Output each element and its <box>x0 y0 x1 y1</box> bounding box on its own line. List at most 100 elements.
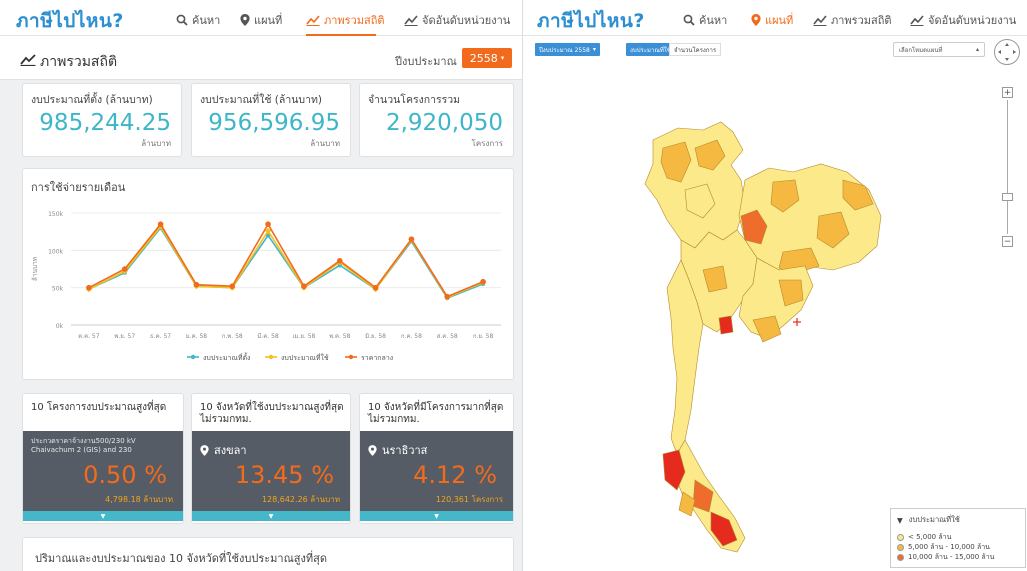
card-title: 10 จังหวัดที่มีโครงการมากที่สุด ไม่รวมกท… <box>368 402 504 425</box>
top-province-budget-card: 10 จังหวัดที่ใช้งบประมาณสูงที่สุด ไม่รวม… <box>191 393 351 524</box>
data-point <box>336 257 343 264</box>
stat-value: 956,596.95 <box>208 110 340 136</box>
amount-value: 120,361 โครงการ <box>435 495 503 504</box>
brand-logo[interactable]: ภาษีไปไหน? <box>16 6 124 36</box>
x-tick-label: พ.ย. 57 <box>114 333 135 340</box>
nav-ranking[interactable]: จัดอันดับหน่วยงาน <box>910 11 1016 29</box>
y-tick-label: 0k <box>56 323 64 330</box>
y-tick-label: 150k <box>48 211 63 218</box>
year-value: 2558 <box>469 51 498 65</box>
data-point <box>157 221 164 227</box>
nav-search[interactable]: ค้นหา <box>176 11 220 29</box>
zoom-in-button[interactable]: + <box>1002 87 1013 98</box>
percent-value: 4.12 % <box>413 461 497 489</box>
stat-unit: โครงการ <box>471 139 503 148</box>
percent-value: 13.45 % <box>234 461 334 489</box>
legend-title-text: งบประมาณที่ใช้ <box>908 515 960 524</box>
year-label: ปีงบประมาณ <box>395 55 457 68</box>
zoom-handle[interactable] <box>1002 193 1013 201</box>
chevron-down-icon: ▼ <box>268 512 274 520</box>
top-nav: ภาษีไปไหน? ค้นหา แผนที่ ภาพรวมสถิติ จัดอ… <box>0 0 522 36</box>
brand-logo[interactable]: ภาษีไปไหน? <box>537 6 645 36</box>
stat-card-projects: จำนวนโครงการรวม 2,920,050 โครงการ <box>359 83 514 157</box>
legend-marker <box>190 354 196 360</box>
top-nav: ภาษีไปไหน? ค้นหา แผนที่ ภาพรวมสถิติ จัดอ… <box>523 0 1027 36</box>
map-mode-select[interactable]: เลือกโหมดแผนที่ ▴ <box>893 42 985 57</box>
card-title: ปริมาณและงบประมาณของ 10 จังหวัดที่ใช้งบป… <box>35 552 327 565</box>
card-title: 10 โครงการงบประมาณสูงที่สุด <box>31 402 167 413</box>
data-point <box>265 221 271 227</box>
percent-value: 0.50 % <box>83 461 167 489</box>
map-region-north[interactable] <box>644 121 746 249</box>
stat-value: 2,920,050 <box>385 110 503 136</box>
search-icon <box>683 14 695 26</box>
plus-icon: + <box>1003 87 1012 98</box>
stat-value: 985,244.25 <box>39 110 171 136</box>
pin-icon <box>751 14 761 26</box>
x-tick-label: มี.ค. 58 <box>257 332 279 340</box>
y-tick-label: 100k <box>48 248 63 255</box>
x-tick-label: ต.ค. 57 <box>78 333 99 340</box>
nav-search-label: ค้นหา <box>699 14 728 27</box>
highlight-box: นราธิวาส 4.12 % 120,361 โครงการ <box>360 431 513 511</box>
overview-header: ภาพรวมสถิติ ปีงบประมาณ 2558 ▾ <box>0 36 522 80</box>
legend-label: งบประมาณที่ตั้ง <box>203 351 250 362</box>
map-pane: ภาษีไปไหน? ค้นหา แผนที่ ภาพรวมสถิติ จัดอ… <box>522 0 1027 571</box>
tab-budget-used[interactable]: งบประมาณที่ใช้ <box>626 43 675 56</box>
pin-icon <box>200 444 209 456</box>
top-project-card: 10 โครงการงบประมาณสูงที่สุด ประกวดราคาจ้… <box>22 393 184 524</box>
legend-item: 10,000 ล้าน - 15,000 ล้าน <box>897 552 994 563</box>
province-label: นราธิวาส <box>368 441 427 459</box>
tab-projects[interactable]: จำนวนโครงการ <box>669 43 722 56</box>
nav-map[interactable]: แผนที่ <box>240 11 282 29</box>
data-point <box>408 236 415 242</box>
expand-button[interactable]: ▼ <box>192 511 350 521</box>
x-tick-label: มิ.ย. 58 <box>365 333 386 340</box>
nav-ranking[interactable]: จัดอันดับหน่วยงาน <box>404 11 510 29</box>
nav-ranking-label: จัดอันดับหน่วยงาน <box>928 14 1017 27</box>
chevron-down-icon: ▼ <box>434 512 439 520</box>
chevron-down-icon: ▾ <box>592 46 596 53</box>
amount-value: 4,798.18 ล้านบาท <box>105 495 173 504</box>
x-tick-label: ก.ย. 58 <box>473 333 494 340</box>
stat-unit: ล้านบาท <box>141 139 171 148</box>
stat-unit: ล้านบาท <box>310 139 340 148</box>
province-name: สงขลา <box>214 444 247 457</box>
search-icon <box>176 14 188 26</box>
expand-button[interactable]: ▼ <box>360 511 513 521</box>
legend-marker <box>268 354 274 360</box>
chevron-down-icon: ▼ <box>897 515 903 525</box>
y-tick-label: 50k <box>52 286 64 293</box>
nav-overview[interactable]: ภาพรวมสถิติ <box>813 11 892 29</box>
year-select[interactable]: 2558 ▾ <box>462 48 512 68</box>
x-tick-label: ก.ค. 58 <box>401 333 422 340</box>
nav-map-label: แผนที่ <box>765 14 794 27</box>
stat-label: งบประมาณที่ใช้ (ล้านบาท) <box>200 94 322 106</box>
nav-map-label: แผนที่ <box>254 14 283 27</box>
chart-icon <box>813 15 827 26</box>
expand-button[interactable]: ▼ <box>23 511 183 521</box>
app-root: ภาษีไปไหน? ค้นหา แผนที่ ภาพรวมสถิติ จัดอ… <box>0 0 1027 571</box>
nav-overview[interactable]: ภาพรวมสถิติ <box>306 11 385 29</box>
nav-map[interactable]: แผนที่ <box>751 11 793 29</box>
map-province[interactable] <box>718 315 734 335</box>
highlight-box: สงขลา 13.45 % 128,642.26 ล้านบาท <box>192 431 350 511</box>
zoom-out-button[interactable]: − <box>1002 236 1013 247</box>
zoom-track[interactable] <box>1007 100 1008 234</box>
nav-search[interactable]: ค้นหา <box>683 11 727 29</box>
top-provinces-chart-card: ปริมาณและงบประมาณของ 10 จังหวัดที่ใช้งบป… <box>22 537 514 571</box>
nav-overview-label: ภาพรวมสถิติ <box>831 14 892 27</box>
pan-control[interactable] <box>994 39 1020 65</box>
data-point <box>444 293 451 300</box>
y-axis-label: ล้านบาท <box>31 257 39 281</box>
data-point <box>480 278 486 285</box>
legend-title[interactable]: ▼ งบประมาณที่ใช้ <box>897 514 960 526</box>
x-tick-label: ธ.ค. 57 <box>150 333 171 340</box>
thailand-map[interactable] <box>633 120 933 560</box>
map-year-select[interactable]: ปีงบประมาณ 2558 ▾ <box>535 43 600 56</box>
data-point <box>193 281 200 288</box>
page-title: ภาพรวมสถิติ <box>40 54 118 70</box>
chart-icon <box>306 15 320 26</box>
legend-marker <box>348 354 354 360</box>
stat-label: งบประมาณที่ตั้ง (ล้านบาท) <box>31 94 153 106</box>
